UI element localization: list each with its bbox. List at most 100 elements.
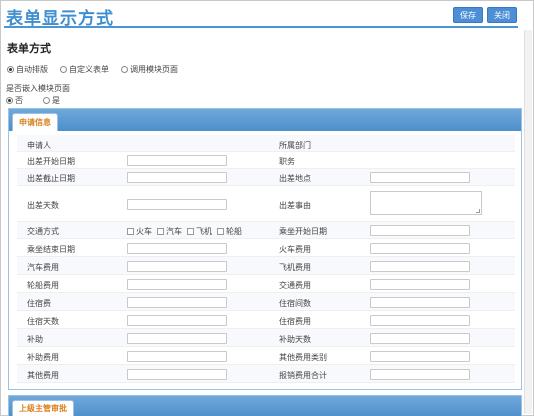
other-cost-input[interactable] [127, 369, 227, 380]
field-label: 汽车费用 [27, 263, 59, 272]
checkbox-label: 火车 [136, 227, 152, 236]
room-count-input[interactable] [370, 297, 470, 308]
total-reimbursement-input[interactable] [370, 369, 470, 380]
form-row: 补助 补助天数 [17, 329, 515, 347]
field-label: 住宿间数 [279, 299, 311, 308]
radio-option-custom-form[interactable]: 自定义表单 [60, 64, 109, 75]
transport-checkbox-group: 火车 汽车 飞机 轮船 [127, 226, 247, 237]
radio-button[interactable] [6, 97, 13, 104]
field-label: 火车费用 [279, 245, 311, 254]
save-button[interactable]: 保存 [453, 7, 483, 23]
transport-cost-input[interactable] [370, 279, 470, 290]
ship-cost-input[interactable] [127, 279, 227, 290]
panel-header: 申请信息 [9, 109, 521, 131]
allowance-cost-input[interactable] [127, 351, 227, 362]
checkbox[interactable] [157, 228, 164, 235]
form-row: 补助费用 其他费用类别 [17, 347, 515, 365]
tab-supervisor-approval[interactable]: 上级主管审批 [12, 400, 74, 416]
form-mode-radio-group: 自动排版 自定义表单 调用模块页面 [7, 64, 190, 75]
field-label: 乘坐结束日期 [27, 245, 75, 254]
ride-start-input[interactable] [370, 225, 470, 236]
form-row: 汽车费用 飞机费用 [17, 257, 515, 275]
lodging-fee-input[interactable] [127, 297, 227, 308]
checkbox[interactable] [217, 228, 224, 235]
lodging-days-input[interactable] [127, 315, 227, 326]
field-label: 交通方式 [27, 227, 59, 236]
field-label: 所属部门 [279, 141, 311, 150]
days-input[interactable] [127, 199, 227, 210]
radio-option-no[interactable]: 否 [6, 95, 23, 106]
radio-option-auto-layout[interactable]: 自动排版 [7, 64, 48, 75]
panel-header: 上级主管审批 [9, 396, 521, 416]
plane-cost-input[interactable] [370, 261, 470, 272]
radio-button[interactable] [7, 66, 14, 73]
checkbox-train[interactable]: 火车 [127, 226, 152, 237]
form-row: 住宿天数 住宿费用 [17, 311, 515, 329]
checkbox-label: 飞机 [196, 227, 212, 236]
field-label: 出差开始日期 [27, 157, 75, 166]
supervisor-approval-panel: 上级主管审批 [8, 395, 522, 416]
field-label: 申请人 [27, 141, 51, 150]
field-label: 补助 [27, 335, 43, 344]
field-label: 出差天数 [27, 201, 59, 210]
form-row: 出差天数 出差事由 [17, 186, 515, 222]
form-row: 交通方式 火车 汽车 飞机 轮船 乘坐开始日期 [17, 222, 515, 239]
form-mode-title: 表单方式 [7, 42, 51, 55]
allowance-input[interactable] [127, 333, 227, 344]
radio-label: 是 [52, 96, 60, 105]
form-row: 轮船费用 交通费用 [17, 275, 515, 293]
radio-button[interactable] [60, 66, 67, 73]
field-label: 补助天数 [279, 335, 311, 344]
radio-label: 否 [15, 96, 23, 105]
radio-option-module-page[interactable]: 调用模块页面 [121, 64, 178, 75]
train-cost-input[interactable] [370, 243, 470, 254]
form-row: 出差开始日期 职务 [17, 152, 515, 169]
form-row: 乘坐结束日期 火车费用 [17, 239, 515, 257]
field-label: 住宿天数 [27, 317, 59, 326]
resize-grip-icon[interactable] [476, 209, 480, 213]
field-label: 乘坐开始日期 [279, 227, 327, 236]
checkbox-ship[interactable]: 轮船 [217, 226, 242, 237]
radio-button[interactable] [121, 66, 128, 73]
start-date-input[interactable] [127, 155, 227, 166]
application-info-panel: 申请信息 申请人 所属部门 出差开始日期 职务 出差截止日期 出差地点 出差天数… [8, 108, 522, 390]
end-date-input[interactable] [127, 172, 227, 183]
other-category-input[interactable] [370, 351, 470, 362]
field-label: 出差事由 [279, 201, 311, 210]
radio-label: 调用模块页面 [130, 65, 178, 74]
field-label: 出差截止日期 [27, 174, 75, 183]
reason-textarea[interactable] [370, 191, 482, 215]
checkbox[interactable] [127, 228, 134, 235]
form-row: 申请人 所属部门 [17, 135, 515, 152]
field-label: 住宿费 [27, 299, 51, 308]
form-row: 其他费用 报销费用合计 [17, 365, 515, 383]
vertical-scrollbar[interactable] [524, 30, 532, 414]
tab-application-info[interactable]: 申请信息 [12, 113, 58, 131]
allowance-days-input[interactable] [370, 333, 470, 344]
checkbox-bus[interactable]: 汽车 [157, 226, 182, 237]
close-button[interactable]: 关闭 [487, 7, 517, 23]
form-row: 住宿费 住宿间数 [17, 293, 515, 311]
page-header: 表单显示方式 保存 关闭 [0, 0, 534, 30]
radio-option-yes[interactable]: 是 [43, 95, 60, 106]
radio-label: 自动排版 [16, 65, 48, 74]
field-label: 飞机费用 [279, 263, 311, 272]
ride-end-input[interactable] [127, 243, 227, 254]
header-divider [4, 26, 518, 28]
destination-input[interactable] [370, 172, 470, 183]
checkbox-label: 轮船 [226, 227, 242, 236]
field-label: 职务 [279, 157, 295, 166]
checkbox-plane[interactable]: 飞机 [187, 226, 212, 237]
field-label: 交通费用 [279, 281, 311, 290]
radio-button[interactable] [43, 97, 50, 104]
field-label: 轮船费用 [27, 281, 59, 290]
lodging-cost-input[interactable] [370, 315, 470, 326]
field-label: 补助费用 [27, 353, 59, 362]
bus-cost-input[interactable] [127, 261, 227, 272]
field-label: 其他费用类别 [279, 353, 327, 362]
checkbox[interactable] [187, 228, 194, 235]
radio-label: 自定义表单 [69, 65, 109, 74]
field-label: 其他费用 [27, 371, 59, 380]
embed-radio-group: 否 是 [6, 95, 72, 106]
field-label: 出差地点 [279, 174, 311, 183]
